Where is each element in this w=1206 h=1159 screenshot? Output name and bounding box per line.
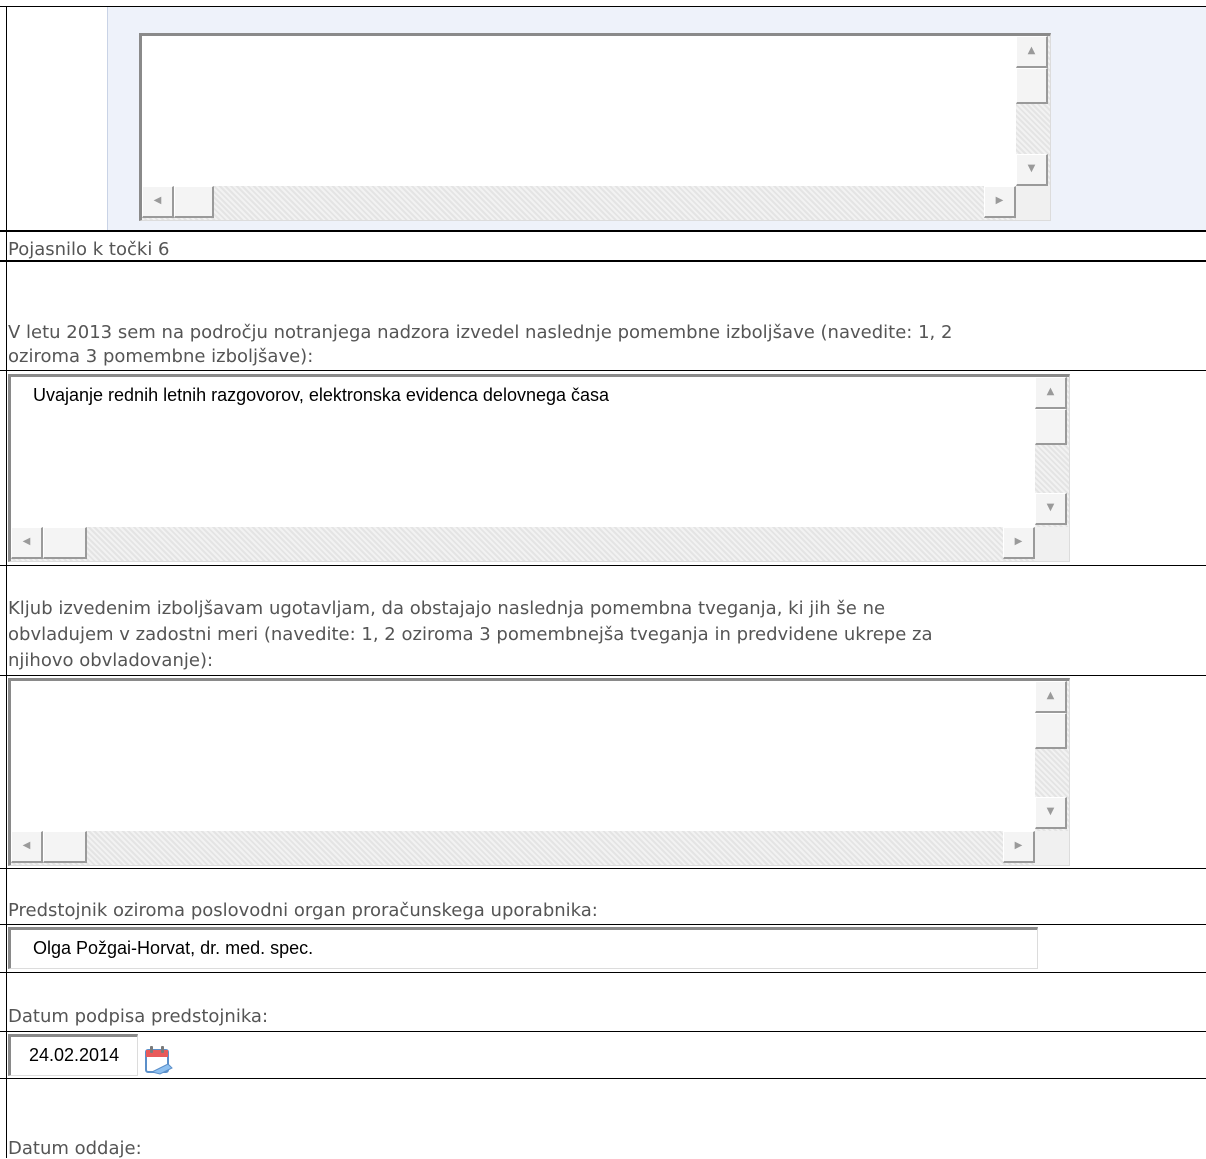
- divider: [0, 675, 1206, 676]
- head-label: Predstojnik oziroma poslovodni organ pro…: [8, 900, 598, 921]
- scroll-down-button[interactable]: ▼: [1016, 154, 1048, 186]
- scroll-corner: [1035, 831, 1069, 865]
- risks-label-line3: njihovo obvladovanje):: [8, 650, 214, 671]
- improvements-hscroll[interactable]: ◀ ▶: [11, 527, 1035, 561]
- divider: [0, 260, 1206, 262]
- risks-hscroll[interactable]: ◀ ▶: [11, 831, 1035, 865]
- risks-vscroll[interactable]: ▲ ▼: [1035, 681, 1069, 831]
- improvements-label-line1: V letu 2013 sem na področju notranjega n…: [8, 322, 953, 343]
- top-textarea[interactable]: ▲ ▼ ◀ ▶: [139, 33, 1051, 221]
- arrow-down-icon: ▼: [1027, 163, 1036, 174]
- scroll-thumb[interactable]: [174, 186, 214, 218]
- scroll-right-button[interactable]: ▶: [984, 186, 1016, 218]
- head-name-field[interactable]: Olga Požgai-Horvat, dr. med. spec.: [8, 927, 1038, 969]
- top-textarea-vscroll[interactable]: ▲ ▼: [1016, 36, 1050, 188]
- scroll-thumb[interactable]: [1035, 713, 1067, 749]
- scroll-corner: [1035, 527, 1069, 561]
- scroll-left-button[interactable]: ◀: [11, 527, 43, 559]
- scroll-left-button[interactable]: ◀: [11, 831, 43, 863]
- divider: [0, 1031, 1206, 1032]
- divider: [0, 370, 1206, 371]
- divider: [0, 230, 1206, 232]
- improvements-value: Uvajanje rednih letnih razgovorov, elekt…: [33, 385, 610, 405]
- arrow-up-icon: ▲: [1027, 45, 1036, 56]
- improvements-label-line2: oziroma 3 pomembne izboljšave):: [8, 346, 314, 367]
- scroll-down-button[interactable]: ▼: [1035, 493, 1067, 525]
- scroll-right-button[interactable]: ▶: [1003, 527, 1035, 559]
- risks-label-line1: Kljub izvedenim izboljšavam ugotavljam, …: [8, 598, 886, 619]
- divider: [0, 868, 1206, 869]
- scroll-up-button[interactable]: ▲: [1016, 36, 1048, 68]
- calendar-icon[interactable]: [143, 1042, 175, 1076]
- improvements-vscroll[interactable]: ▲ ▼: [1035, 377, 1069, 527]
- arrow-down-icon: ▼: [1046, 502, 1055, 513]
- signature-date-label: Datum podpisa predstojnika:: [8, 1006, 269, 1027]
- scroll-right-button[interactable]: ▶: [1003, 831, 1035, 863]
- improvements-textarea[interactable]: Uvajanje rednih letnih razgovorov, elekt…: [8, 374, 1070, 562]
- arrow-right-icon: ▶: [1014, 536, 1023, 547]
- top-textarea-hscroll[interactable]: ◀ ▶: [142, 186, 1016, 220]
- divider: [0, 1078, 1206, 1079]
- scroll-left-button[interactable]: ◀: [142, 186, 174, 218]
- scroll-thumb[interactable]: [1016, 68, 1048, 104]
- arrow-up-icon: ▲: [1046, 690, 1055, 701]
- signature-date-field[interactable]: 24.02.2014: [8, 1034, 138, 1076]
- arrow-up-icon: ▲: [1046, 386, 1055, 397]
- scroll-thumb[interactable]: [1035, 409, 1067, 445]
- risks-label-line2: obvladujem v zadostni meri (navedite: 1,…: [8, 624, 933, 645]
- risks-textarea[interactable]: ▲ ▼ ◀ ▶: [8, 678, 1070, 866]
- divider: [0, 565, 1206, 566]
- scroll-thumb[interactable]: [43, 831, 87, 863]
- arrow-right-icon: ▶: [1014, 840, 1023, 851]
- scroll-up-button[interactable]: ▲: [1035, 681, 1067, 713]
- scroll-down-button[interactable]: ▼: [1035, 797, 1067, 829]
- arrow-left-icon: ◀: [22, 840, 31, 851]
- arrow-left-icon: ◀: [153, 195, 162, 206]
- scroll-up-button[interactable]: ▲: [1035, 377, 1067, 409]
- arrow-right-icon: ▶: [995, 195, 1004, 206]
- submission-date-label: Datum oddaje:: [8, 1138, 142, 1159]
- scroll-thumb[interactable]: [43, 527, 87, 559]
- divider: [0, 924, 1206, 925]
- arrow-down-icon: ▼: [1046, 806, 1055, 817]
- arrow-left-icon: ◀: [22, 536, 31, 547]
- scroll-corner: [1016, 186, 1050, 220]
- frame-left-border: [6, 6, 7, 1158]
- divider: [0, 972, 1206, 973]
- section6-note-label: Pojasnilo k točki 6: [8, 239, 170, 260]
